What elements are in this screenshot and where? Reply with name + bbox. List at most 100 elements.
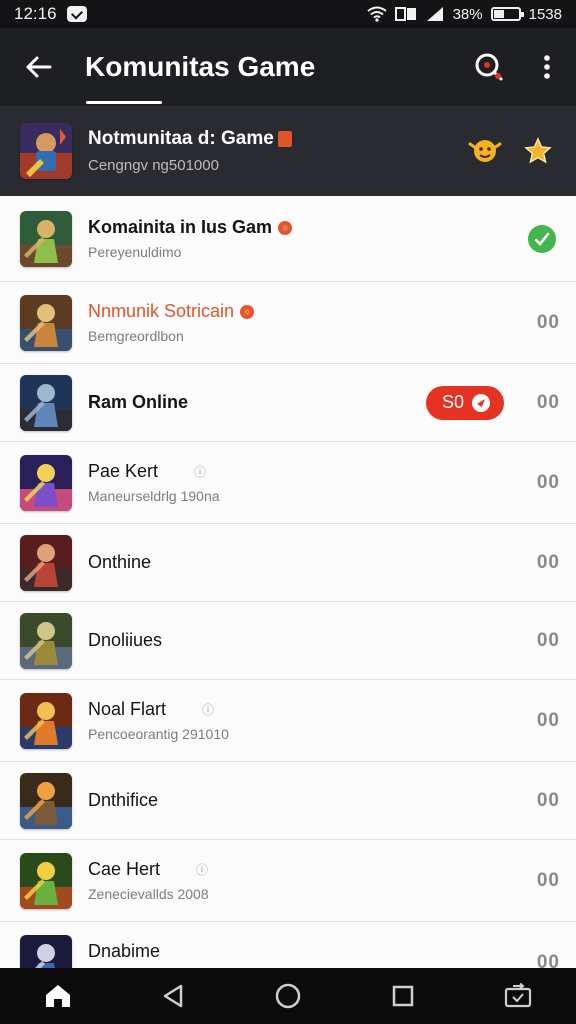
- row-right: 00: [526, 472, 576, 494]
- community-row[interactable]: Dnthifice 00: [0, 762, 576, 840]
- more-vertical-icon: [544, 55, 550, 79]
- row-title: Nnmunik Sotricain: [88, 301, 526, 322]
- status-clock-right: 1538: [528, 5, 562, 23]
- nav-recents-button[interactable]: [363, 968, 443, 1024]
- featured-community[interactable]: Notmunitaa d: Game Cengngv ng501000: [0, 106, 576, 196]
- community-list[interactable]: Komainita in Ius Gam Pereyenuldimo Nnmunik…: [0, 196, 576, 968]
- row-title: Pae Kert ⓘ: [88, 461, 526, 482]
- status-right: 38% 1538: [366, 5, 562, 23]
- row-right: 00: [526, 790, 576, 812]
- row-subtitle: Zenecievallds 2008: [88, 886, 209, 902]
- send-icon: [472, 393, 490, 412]
- row-count: 00: [536, 709, 560, 731]
- signal-icon: [426, 7, 443, 21]
- featured-actions: [468, 136, 576, 166]
- row-title: Cae Hert ⓘ: [88, 859, 526, 880]
- featured-thumbnail: [20, 123, 72, 179]
- row-right: [528, 224, 576, 253]
- row-right: 00: [526, 552, 576, 574]
- row-subtitle: Pencoeorantig 291010: [88, 726, 229, 742]
- info-icon: ⓘ: [194, 465, 207, 479]
- row-title: Noal Flart ⓘ: [88, 699, 526, 720]
- row-right: 00: [526, 630, 576, 652]
- game-thumbnail: [20, 612, 72, 669]
- row-title-text: Komainita in Ius Gam: [88, 217, 273, 237]
- live-pill-button[interactable]: S0: [425, 385, 504, 420]
- search-button[interactable]: [460, 28, 518, 106]
- row-right: S0 00: [425, 385, 576, 420]
- row-title-text: Ram Online: [88, 392, 189, 412]
- game-thumbnail: [20, 852, 72, 909]
- row-right: 00: [526, 952, 576, 969]
- nav-circle-button[interactable]: [248, 968, 328, 1024]
- nav-home-button[interactable]: [18, 968, 98, 1024]
- row-title: Dnoliiues: [88, 630, 526, 651]
- row-count: 00: [536, 789, 560, 811]
- community-row[interactable]: Noal Flart ⓘ Pencoeorantig 291010 00: [0, 680, 576, 762]
- community-row[interactable]: Dnoliiues 00: [0, 602, 576, 680]
- community-row[interactable]: DnabimeDereceosat fay 3008.30 00: [0, 922, 576, 968]
- row-text: Komainita in Ius Gam Pereyenuldimo: [88, 217, 528, 260]
- game-thumbnail: [20, 534, 72, 591]
- community-row[interactable]: Onthine 00: [0, 524, 576, 602]
- featured-subtitle: Cengngv ng501000: [88, 157, 219, 174]
- row-count: 00: [536, 869, 560, 891]
- row-text: Onthine: [88, 552, 526, 573]
- pill-text: S0: [441, 392, 464, 412]
- row-right: 00: [526, 312, 576, 334]
- joined-check-icon[interactable]: [528, 224, 556, 253]
- star-icon[interactable]: [524, 137, 552, 165]
- row-title: Ram Online: [88, 392, 426, 413]
- hot-icon: [240, 304, 255, 319]
- more-button[interactable]: [518, 28, 576, 106]
- home-icon: [45, 985, 70, 1007]
- emoji-icon[interactable]: [468, 136, 502, 166]
- battery-level: [493, 10, 504, 18]
- app-bar: Komunitas Game: [0, 28, 576, 106]
- game-thumbnail: [20, 210, 72, 267]
- square-recents-icon: [392, 985, 414, 1007]
- back-button[interactable]: [0, 28, 76, 106]
- arrow-left-icon: [26, 56, 52, 78]
- row-text: Cae Hert ⓘ Zenecievallds 2008: [88, 859, 526, 902]
- row-title-text: Onthine: [88, 552, 152, 572]
- row-count: 00: [536, 551, 560, 573]
- info-icon: ⓘ: [196, 863, 209, 877]
- community-row[interactable]: Ram Online S0 00: [0, 364, 576, 442]
- row-text: Dnoliiues: [88, 630, 526, 651]
- data-icon: [394, 7, 416, 21]
- row-count: 00: [536, 951, 560, 969]
- community-row[interactable]: Komainita in Ius Gam Pereyenuldimo: [0, 196, 576, 282]
- game-thumbnail: [20, 692, 72, 749]
- battery-percent: 38%: [452, 5, 483, 23]
- wifi-icon: [366, 6, 387, 22]
- row-text: Nnmunik Sotricain Bemgreordlbon: [88, 301, 526, 344]
- title-underline: [86, 101, 162, 104]
- system-nav-bar: [0, 968, 576, 1024]
- row-title-text: Cae Hert: [88, 859, 161, 879]
- app-actions: [460, 28, 576, 106]
- row-count: 00: [536, 471, 560, 493]
- search-icon: [475, 53, 503, 81]
- row-text: Pae Kert ⓘ Maneurseldrlg 190na: [88, 461, 526, 504]
- screen-rotate-icon: [505, 983, 532, 1008]
- row-text: Ram Online: [88, 392, 426, 413]
- row-count: 00: [536, 311, 560, 333]
- game-thumbnail: [20, 454, 72, 511]
- battery-icon: [490, 7, 524, 21]
- triangle-back-icon: [163, 984, 183, 1008]
- row-subtitle: Pereyenuldimo: [88, 244, 182, 260]
- featured-title: Notmunitaa d: Game: [88, 128, 274, 149]
- row-title: Komainita in Ius Gam: [88, 217, 528, 238]
- row-title-text: Dnthifice: [88, 790, 159, 810]
- row-text: DnabimeDereceosat fay 3008.30: [88, 941, 526, 968]
- nav-back-button[interactable]: [133, 968, 213, 1024]
- community-row[interactable]: Pae Kert ⓘ Maneurseldrlg 190na 00: [0, 442, 576, 524]
- community-row[interactable]: Nnmunik Sotricain Bemgreordlbon 00: [0, 282, 576, 364]
- row-title-text: Noal Flart: [88, 699, 167, 719]
- row-title: Dnthifice: [88, 790, 526, 811]
- community-row[interactable]: Cae Hert ⓘ Zenecievallds 2008 00: [0, 840, 576, 922]
- nav-rotate-button[interactable]: [478, 968, 558, 1024]
- row-title-text: Nnmunik Sotricain: [88, 301, 235, 321]
- row-title-text: Pae Kert: [88, 461, 159, 481]
